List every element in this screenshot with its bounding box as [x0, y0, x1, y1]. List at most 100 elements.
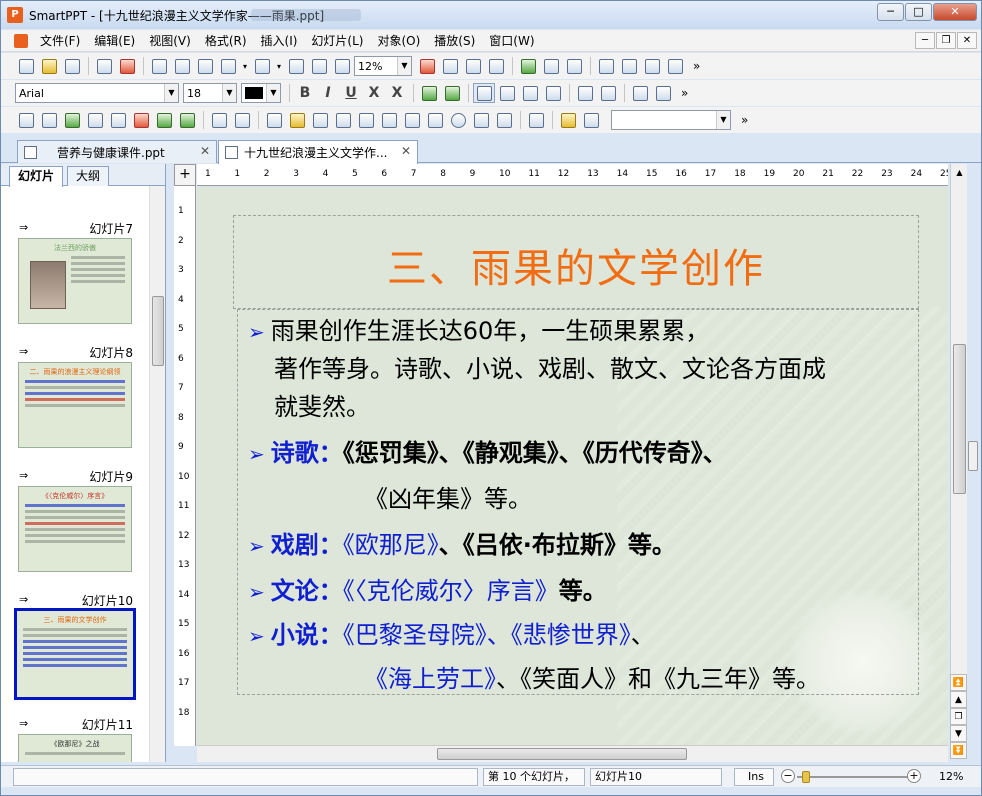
paste-button[interactable]: [194, 56, 216, 76]
style-select[interactable]: ▼: [611, 110, 731, 130]
shrink-font-button[interactable]: [441, 83, 463, 103]
format-painter-button[interactable]: [485, 56, 507, 76]
bullets-button[interactable]: [629, 83, 651, 103]
body-placeholder[interactable]: ➢ 雨果创作生涯长达60年，一生硕果累累， 著作等身。诗歌、小说、戏剧、散文、文论…: [237, 309, 919, 695]
splitter-handle[interactable]: [968, 441, 978, 471]
zoom-slider-knob[interactable]: [802, 771, 810, 783]
status-insert-mode[interactable]: Ins: [734, 768, 774, 786]
close-tab-icon[interactable]: ✕: [401, 144, 411, 158]
clear-format-button[interactable]: X: [386, 83, 408, 103]
menu-view[interactable]: 视图(V): [147, 32, 193, 49]
last-slide-icon[interactable]: ⏬: [950, 742, 967, 759]
save-button[interactable]: [61, 56, 83, 76]
insert-text-button[interactable]: [130, 110, 152, 130]
tab-document-2[interactable]: 十九世纪浪漫主义文学作... ✕: [218, 140, 418, 164]
template-button[interactable]: [595, 56, 617, 76]
previous-slide-icon[interactable]: ▲: [950, 691, 967, 708]
copy-button[interactable]: [171, 56, 193, 76]
menu-slide[interactable]: 幻灯片(L): [309, 32, 365, 49]
minimize-button[interactable]: ─: [877, 3, 904, 21]
undo-dropdown[interactable]: ▾: [240, 56, 250, 76]
thumbnail-slide-10[interactable]: 三、雨果的文学创作: [14, 608, 136, 700]
redo-button[interactable]: [251, 56, 273, 76]
insert-table-button[interactable]: [38, 110, 60, 130]
menu-object[interactable]: 对象(O): [375, 32, 422, 49]
paragraph-marks-button[interactable]: [517, 56, 539, 76]
toolbar-overflow[interactable]: »: [681, 86, 688, 100]
package-button[interactable]: [664, 56, 686, 76]
font-color-select[interactable]: ▼: [241, 83, 281, 103]
print-button[interactable]: [93, 56, 115, 76]
tab-slides[interactable]: 幻灯片: [9, 166, 64, 187]
align-right-button[interactable]: [519, 83, 541, 103]
align-left-button[interactable]: [473, 83, 495, 103]
select-tool[interactable]: [580, 110, 602, 130]
thumbnail-slide-8[interactable]: 二、雨果的浪漫主义理论纲领: [18, 362, 132, 448]
spellcheck-button[interactable]: [540, 56, 562, 76]
toolbar-overflow[interactable]: »: [693, 59, 700, 73]
doc-minimize-button[interactable]: ─: [915, 32, 935, 49]
thumbnail-slide-9[interactable]: 《〈克伦威尔〉序言》: [18, 486, 132, 572]
open-button[interactable]: [38, 56, 60, 76]
zoom-slider-track[interactable]: [797, 776, 909, 778]
menu-format[interactable]: 格式(R): [203, 32, 249, 49]
ungroup-button[interactable]: [231, 110, 253, 130]
scrollbar-thumb[interactable]: [437, 748, 687, 760]
title-placeholder[interactable]: 三、雨果的文学创作: [233, 215, 919, 309]
menu-edit[interactable]: 编辑(E): [92, 32, 137, 49]
cut-button[interactable]: [148, 56, 170, 76]
scrollbar-thumb[interactable]: [152, 296, 164, 366]
first-slide-icon[interactable]: ⏫: [950, 674, 967, 691]
arrow-tool[interactable]: [332, 110, 354, 130]
zoom-button[interactable]: [308, 56, 330, 76]
pen-tool[interactable]: [286, 110, 308, 130]
maximize-button[interactable]: □: [905, 3, 932, 21]
menu-play[interactable]: 播放(S): [432, 32, 477, 49]
bold-button[interactable]: B: [294, 83, 316, 103]
text-box-button[interactable]: [416, 56, 438, 76]
decrease-indent-button[interactable]: [574, 83, 596, 103]
tab-outline[interactable]: 大纲: [67, 166, 110, 186]
next-slide-icon[interactable]: ▼: [950, 725, 967, 742]
redo-dropdown[interactable]: ▾: [274, 56, 284, 76]
list-button[interactable]: [462, 56, 484, 76]
rectangle-tool[interactable]: [401, 110, 423, 130]
insert-chart-button[interactable]: [176, 110, 198, 130]
connector-tool[interactable]: [355, 110, 377, 130]
ellipse-tool[interactable]: [447, 110, 469, 130]
doc-close-button[interactable]: ✕: [957, 32, 977, 49]
scroll-up-icon[interactable]: ▲: [952, 166, 967, 180]
canvas-horizontal-scrollbar[interactable]: [197, 745, 948, 762]
insert-ole-button[interactable]: [84, 110, 106, 130]
design-button[interactable]: [641, 56, 663, 76]
table-button[interactable]: [439, 56, 461, 76]
thumbnail-slide-7[interactable]: 法兰西的骄傲: [18, 238, 132, 324]
font-size-select[interactable]: 18 ▼: [183, 83, 237, 103]
find-button[interactable]: [331, 56, 353, 76]
justify-button[interactable]: [542, 83, 564, 103]
close-tab-icon[interactable]: ✕: [200, 144, 210, 158]
grow-font-button[interactable]: [418, 83, 440, 103]
zoom-out-button[interactable]: −: [781, 769, 795, 783]
slide-sorter-icon[interactable]: ❐: [950, 708, 967, 725]
scrollbar-thumb[interactable]: [953, 344, 966, 494]
toolbar-overflow[interactable]: »: [741, 113, 748, 127]
undo-button[interactable]: [217, 56, 239, 76]
menu-window[interactable]: 窗口(W): [487, 32, 536, 49]
menu-insert[interactable]: 插入(I): [259, 32, 300, 49]
italic-button[interactable]: I: [317, 83, 339, 103]
zoom-in-button[interactable]: +: [907, 769, 921, 783]
doc-restore-button[interactable]: ❐: [936, 32, 956, 49]
chart-button[interactable]: [563, 56, 585, 76]
insert-media-button[interactable]: [153, 110, 175, 130]
insert-picture-button[interactable]: [61, 110, 83, 130]
font-name-select[interactable]: Arial ▼: [15, 83, 179, 103]
ruler-corner[interactable]: +: [174, 164, 196, 186]
new-button[interactable]: [15, 56, 37, 76]
thumbnail-slide-11[interactable]: 《欧那尼》之战: [18, 734, 132, 762]
increase-indent-button[interactable]: [597, 83, 619, 103]
align-center-button[interactable]: [496, 83, 518, 103]
thumbnail-scrollbar[interactable]: [149, 186, 165, 762]
close-button[interactable]: ✕: [933, 3, 977, 21]
line-tool[interactable]: [263, 110, 285, 130]
